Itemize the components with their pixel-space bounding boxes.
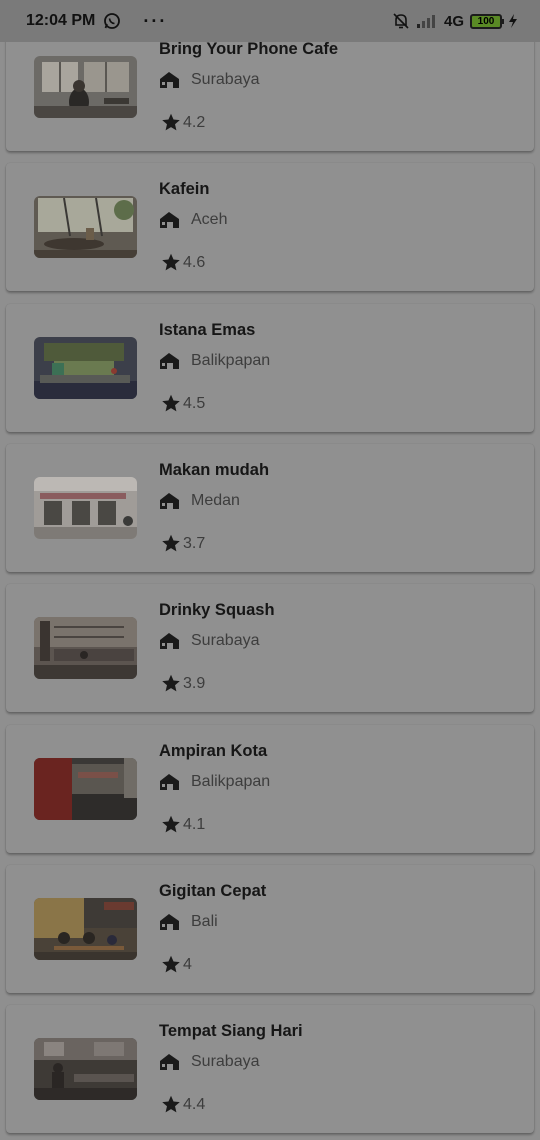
store-icon bbox=[159, 352, 180, 370]
restaurant-city: Bali bbox=[191, 913, 218, 930]
restaurant-rating: 4.5 bbox=[160, 393, 205, 414]
star-icon bbox=[160, 533, 182, 554]
restaurant-city: Aceh bbox=[191, 211, 228, 228]
restaurant-city: Medan bbox=[191, 492, 240, 509]
restaurant-card[interactable]: Bring Your Phone Cafe Surabaya 4.2 bbox=[6, 23, 534, 151]
restaurant-rating: 4.1 bbox=[160, 814, 205, 835]
restaurant-photo bbox=[34, 898, 137, 960]
status-time: 12:04 PM bbox=[26, 12, 96, 29]
restaurant-photo bbox=[34, 477, 137, 539]
star-icon bbox=[160, 814, 182, 835]
store-icon bbox=[159, 211, 180, 229]
restaurant-card[interactable]: Kafein Aceh 4.6 bbox=[6, 163, 534, 291]
restaurant-rating: 3.9 bbox=[160, 673, 205, 694]
rating-value: 4.6 bbox=[183, 253, 206, 271]
restaurant-card[interactable]: Makan mudah Medan 3.7 bbox=[6, 444, 534, 572]
star-icon bbox=[160, 673, 182, 694]
restaurant-rating: 4 bbox=[160, 954, 192, 975]
rating-value: 4.1 bbox=[183, 815, 206, 833]
store-icon bbox=[159, 773, 180, 791]
restaurant-photo bbox=[34, 758, 137, 820]
charging-icon bbox=[508, 14, 518, 28]
star-icon bbox=[160, 112, 182, 133]
status-bar: 12:04 PM ··· 4G 100 bbox=[0, 0, 540, 42]
restaurant-location: Bali bbox=[159, 913, 218, 931]
restaurant-rating: 4.2 bbox=[160, 112, 205, 133]
star-icon bbox=[160, 252, 182, 273]
rating-value: 4.5 bbox=[183, 394, 206, 412]
restaurant-name: Istana Emas bbox=[159, 321, 256, 339]
signal-icon bbox=[416, 13, 438, 29]
restaurant-name: Makan mudah bbox=[159, 461, 270, 479]
restaurant-card[interactable]: Istana Emas Balikpapan 4.5 bbox=[6, 304, 534, 432]
restaurant-photo bbox=[34, 56, 137, 118]
rating-value: 4 bbox=[183, 955, 192, 973]
restaurant-photo bbox=[34, 617, 137, 679]
star-icon bbox=[160, 954, 182, 975]
restaurant-card[interactable]: Tempat Siang Hari Surabaya 4.4 bbox=[6, 1005, 534, 1133]
restaurant-name: Gigitan Cepat bbox=[159, 882, 267, 900]
store-icon bbox=[159, 1053, 180, 1071]
restaurant-city: Balikpapan bbox=[191, 773, 271, 790]
whatsapp-icon bbox=[103, 12, 121, 30]
restaurant-name: Tempat Siang Hari bbox=[159, 1022, 303, 1040]
battery-icon: 100 bbox=[470, 13, 504, 29]
restaurant-card[interactable]: Drinky Squash Surabaya 3.9 bbox=[6, 584, 534, 712]
more-notifications-icon: ··· bbox=[143, 10, 168, 31]
restaurant-city: Balikpapan bbox=[191, 352, 271, 369]
rating-value: 3.9 bbox=[183, 674, 206, 692]
restaurant-rating: 4.4 bbox=[160, 1094, 205, 1115]
restaurant-name: Bring Your Phone Cafe bbox=[159, 40, 339, 58]
rating-value: 4.2 bbox=[183, 113, 206, 131]
star-icon bbox=[160, 393, 182, 414]
restaurant-name: Kafein bbox=[159, 180, 210, 198]
restaurant-rating: 4.6 bbox=[160, 252, 205, 273]
rating-value: 4.4 bbox=[183, 1095, 206, 1113]
restaurant-rating: 3.7 bbox=[160, 533, 205, 554]
restaurant-name: Drinky Squash bbox=[159, 601, 275, 619]
restaurant-city: Surabaya bbox=[191, 632, 260, 649]
restaurant-location: Surabaya bbox=[159, 1053, 260, 1071]
restaurant-photo bbox=[34, 337, 137, 399]
restaurant-name: Ampiran Kota bbox=[159, 742, 268, 760]
restaurant-city: Surabaya bbox=[191, 71, 260, 88]
restaurant-location: Surabaya bbox=[159, 71, 260, 89]
store-icon bbox=[159, 632, 180, 650]
star-icon bbox=[160, 1094, 182, 1115]
restaurant-location: Balikpapan bbox=[159, 773, 270, 791]
store-icon bbox=[159, 913, 180, 931]
restaurant-photo bbox=[34, 1038, 137, 1100]
restaurant-card[interactable]: Ampiran Kota Balikpapan 4.1 bbox=[6, 725, 534, 853]
store-icon bbox=[159, 71, 180, 89]
store-icon bbox=[159, 492, 180, 510]
restaurant-location: Balikpapan bbox=[159, 352, 270, 370]
battery-level: 100 bbox=[477, 15, 495, 27]
restaurant-photo bbox=[34, 196, 137, 258]
rating-value: 3.7 bbox=[183, 534, 206, 552]
bell-muted-icon bbox=[392, 12, 410, 30]
restaurant-location: Medan bbox=[159, 492, 240, 510]
restaurant-location: Aceh bbox=[159, 211, 227, 229]
restaurant-location: Surabaya bbox=[159, 632, 260, 650]
restaurant-card[interactable]: Gigitan Cepat Bali 4 bbox=[6, 865, 534, 993]
network-type: 4G bbox=[443, 12, 464, 30]
restaurant-city: Surabaya bbox=[191, 1053, 260, 1070]
